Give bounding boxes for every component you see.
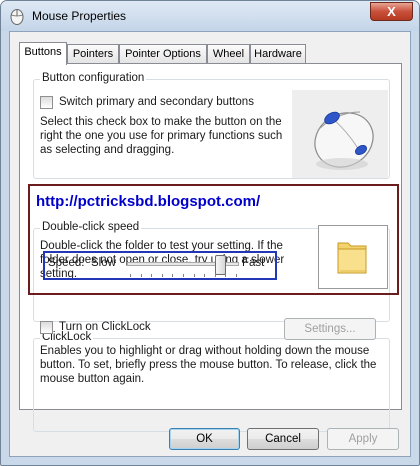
folder-icon[interactable] [336, 237, 370, 277]
double-click-speed-slider-thumb[interactable] [215, 255, 227, 275]
slider-tick [204, 274, 206, 277]
test-folder-area[interactable] [318, 225, 388, 289]
slider-tick [214, 274, 216, 277]
title-bar[interactable]: Mouse Properties X [1, 1, 419, 31]
slider-tick [172, 274, 174, 277]
slider-tick [183, 274, 184, 277]
slider-tick [193, 274, 195, 277]
clicklock-description-line-2: button. To set, briefly press the mouse … [40, 359, 377, 371]
clicklock-checkbox[interactable] [40, 321, 53, 334]
slider-tick [140, 274, 142, 277]
button-configuration-label: Button configuration [40, 72, 147, 84]
cancel-button[interactable]: Cancel [247, 428, 319, 450]
slow-label: Slow [91, 257, 116, 269]
ok-button[interactable]: OK [169, 428, 240, 450]
mouse-illustration [292, 90, 388, 178]
button-config-description-line-1: Select this check box to make the button… [40, 116, 282, 128]
clicklock-settings-button[interactable]: Settings... [284, 318, 376, 340]
close-button[interactable]: X [370, 2, 413, 21]
tab-pointers[interactable]: Pointers [67, 44, 119, 64]
button-config-description-line-3: as selecting and dragging. [40, 144, 175, 156]
button-config-description-line-2: right the one you use for primary functi… [40, 130, 283, 142]
tab-buttons[interactable]: Buttons [19, 42, 67, 65]
switch-buttons-checkbox[interactable] [40, 96, 53, 109]
switch-buttons-label: Switch primary and secondary buttons [59, 96, 254, 108]
dialog-client-area: Buttons Pointers Pointer Options Wheel H… [9, 31, 411, 457]
apply-button[interactable]: Apply [327, 428, 399, 450]
slider-tick [161, 274, 163, 277]
mouse-app-icon [10, 9, 24, 25]
slider-tick [151, 274, 153, 277]
speed-label: Speed: [48, 257, 85, 269]
clicklock-description-line-3: mouse button again. [40, 373, 145, 385]
mouse-properties-window: Mouse Properties X Buttons Pointers Poin… [0, 0, 420, 466]
fast-label: Fast [242, 257, 265, 269]
clicklock-description-line-1: Enables you to highlight or drag without… [40, 345, 370, 357]
window-title: Mouse Properties [32, 9, 127, 23]
tab-pointer-options[interactable]: Pointer Options [119, 44, 207, 64]
slider-tick [225, 274, 227, 277]
tab-wheel[interactable]: Wheel [207, 44, 250, 64]
clicklock-checkbox-label: Turn on ClickLock [59, 321, 151, 333]
slider-tick [130, 274, 131, 277]
slider-tick [236, 274, 237, 277]
tab-hardware[interactable]: Hardware [250, 44, 306, 64]
